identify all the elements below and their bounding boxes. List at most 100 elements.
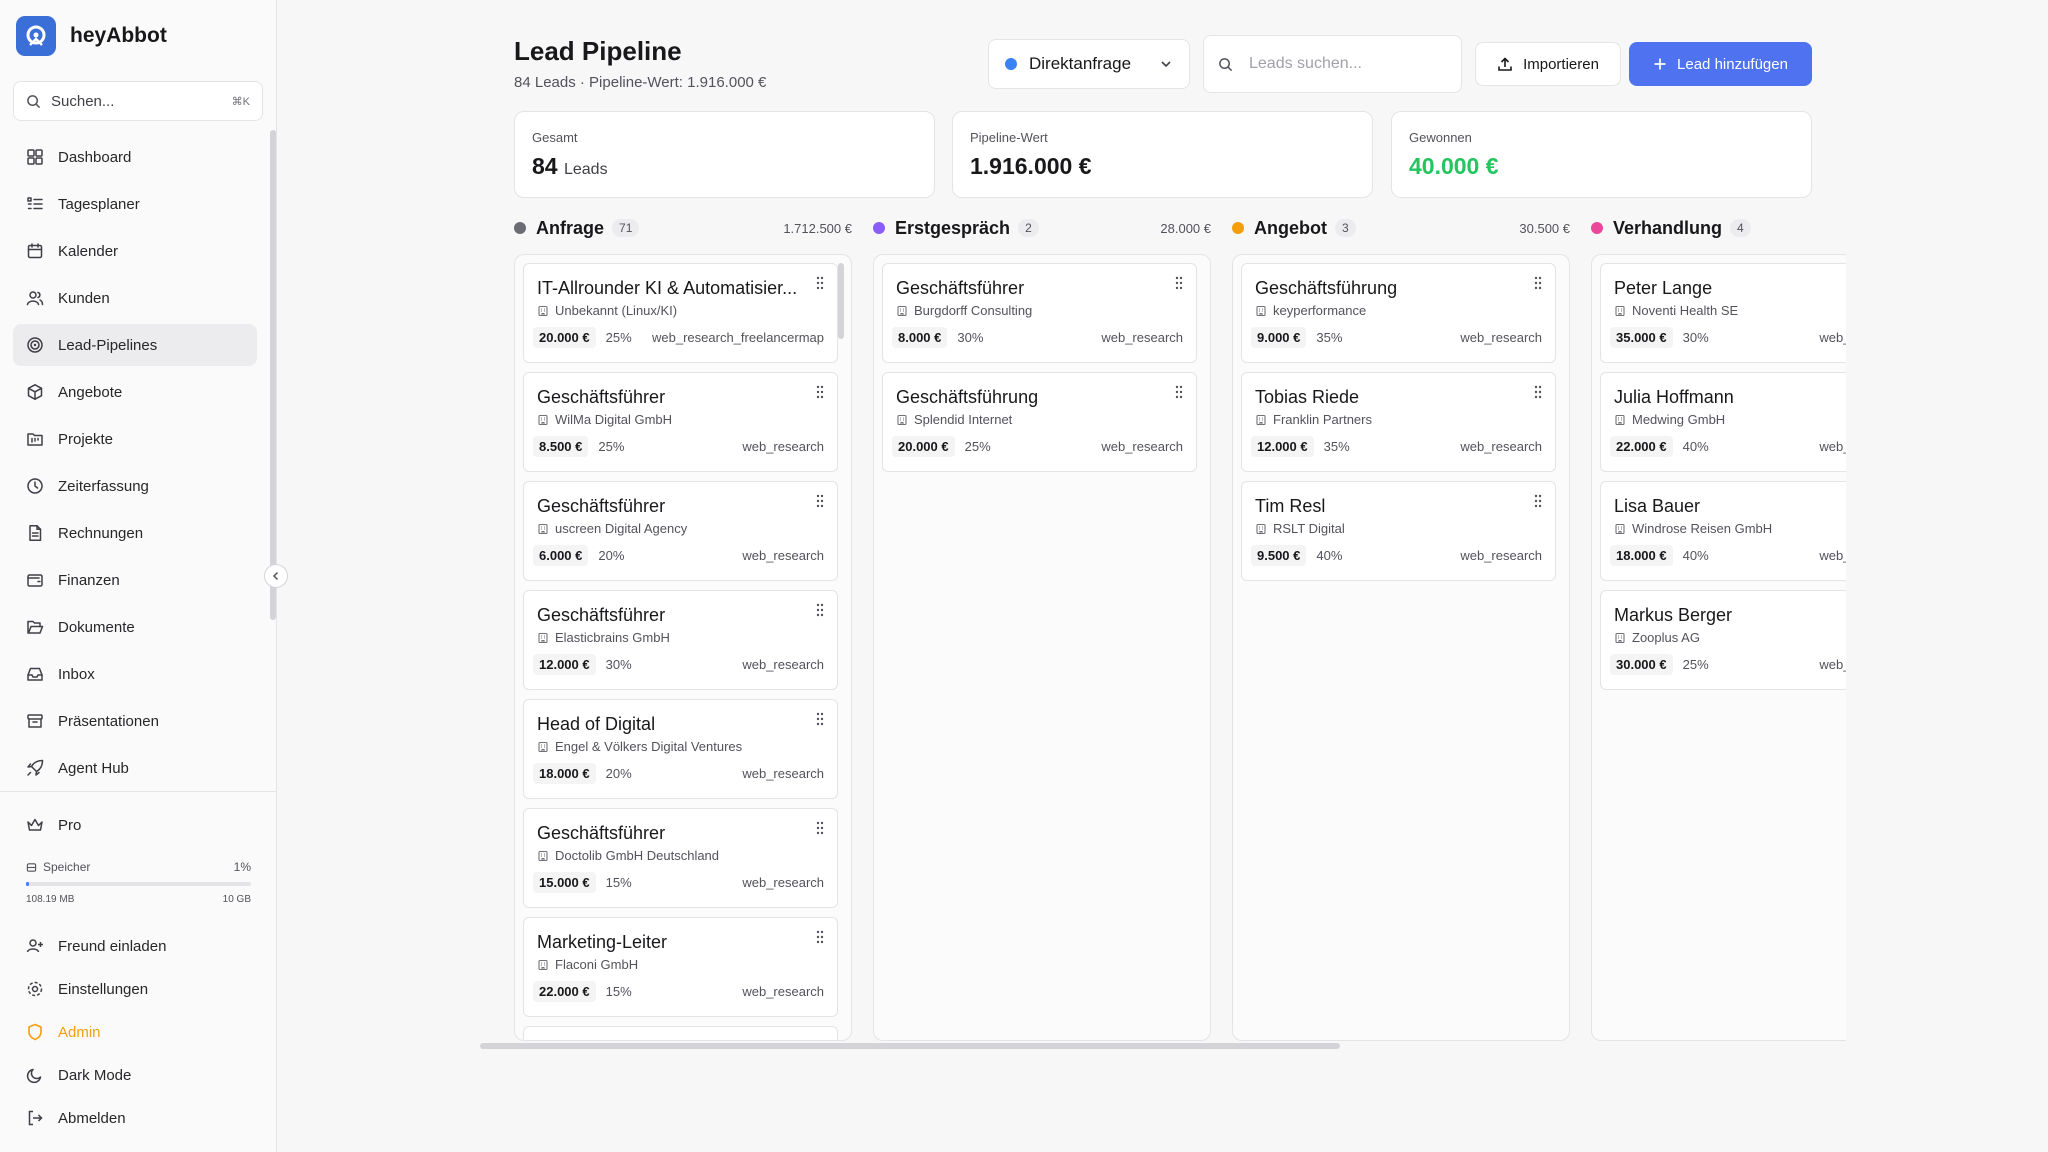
lead-title: Geschäftsführer [537, 823, 666, 843]
drag-handle-icon[interactable] [816, 930, 824, 944]
drag-handle-icon[interactable] [1175, 276, 1183, 290]
collapse-sidebar-button[interactable] [264, 564, 288, 588]
lead-card[interactable]: Head of Digital Engel & Völkers Digital V… [523, 699, 838, 799]
admin-item[interactable]: Admin [26, 1023, 101, 1041]
users-icon [26, 291, 44, 306]
lead-card[interactable]: Geschäftsführer Elasticbrains GmbH 12.000 … [523, 590, 838, 690]
brand[interactable]: heyAbbot [16, 16, 167, 56]
lead-search[interactable] [1203, 35, 1462, 93]
column-anfrage[interactable]: IT-Allrounder KI & Automatisier... Unbeka… [514, 254, 852, 1041]
lead-card[interactable]: Geschäftsführung keyperformance 9.000 € 35%… [1241, 263, 1556, 363]
lead-card[interactable] [523, 1026, 838, 1040]
sidebar-scrollbar[interactable] [270, 130, 276, 620]
lead-card[interactable]: Geschäftsführer WilMa Digital GmbH 8.500 €… [523, 372, 838, 472]
lead-source: web_research [1819, 439, 1846, 454]
lead-title: Geschäftsführung [896, 387, 1039, 407]
drag-handle-icon[interactable] [1534, 385, 1542, 399]
lead-card[interactable]: Geschäftsführung Splendid Internet 20.000 … [882, 372, 1197, 472]
drag-handle-icon[interactable] [816, 276, 824, 290]
drag-handle-icon[interactable] [816, 712, 824, 726]
folder-kanban-icon [27, 433, 43, 446]
storage-percent: 1% [233, 860, 251, 874]
lead-title: Geschäftsführung [1255, 278, 1398, 298]
source-filter-select[interactable]: Direktanfrage [988, 39, 1190, 89]
lead-card[interactable]: Geschäftsführer Burgdorff Consulting 8.000… [882, 263, 1197, 363]
lead-card[interactable]: Geschäftsführer Doctolib GmbH Deutschland… [523, 808, 838, 908]
lead-source: web_research [742, 548, 824, 563]
sidebar-item-inbox[interactable]: Inbox [13, 653, 257, 695]
column-verhandlung[interactable]: Peter Lange Noventi Health SE 35.000 € 30% w… [1591, 254, 1846, 1041]
lead-card[interactable]: Lisa Bauer Windrose Reisen GmbH 18.000 € 40… [1600, 481, 1846, 581]
sidebar-item-projekte[interactable]: Projekte [13, 418, 257, 460]
sidebar-item-lead-pipelines[interactable]: Lead-Pipelines [13, 324, 257, 366]
dark-mode-toggle[interactable]: Dark Mode [26, 1066, 131, 1084]
column-erstgespraech[interactable]: Geschäftsführer Burgdorff Consulting 8.000… [873, 254, 1211, 1041]
lead-probability: 30% [605, 657, 632, 672]
sidebar-item-finanzen[interactable]: Finanzen [13, 559, 257, 601]
lead-card[interactable]: Tim Resl RSLT Digital 9.500 € 40% web_resear… [1241, 481, 1556, 581]
storage-bar [26, 882, 251, 886]
lead-card[interactable]: Tobias Riede Franklin Partners 12.000 € 35%… [1241, 372, 1556, 472]
settings-item[interactable]: Einstellungen [26, 980, 148, 998]
lead-card[interactable]: Geschäftsführer uscreen Digital Agency 6.0… [523, 481, 838, 581]
sidebar-item-dokumente[interactable]: Dokumente [13, 606, 257, 648]
filter-color-dot [1005, 58, 1017, 70]
sidebar-item-angebote[interactable]: Angebote [13, 371, 257, 413]
sidebar-item-label: Lead-Pipelines [58, 336, 158, 354]
building-icon [1615, 523, 1625, 534]
lead-amount: 15.000 € [533, 872, 596, 893]
sidebar-item-zeiterfassung[interactable]: Zeiterfassung [13, 465, 257, 507]
lead-probability: 30% [1682, 330, 1709, 345]
lead-card[interactable]: Marketing-Leiter Flaconi GmbH 22.000 € 15% w… [523, 917, 838, 1017]
lead-search-input[interactable] [1249, 55, 1439, 73]
column-sum: 28.000 € [1160, 220, 1211, 236]
target-icon [27, 337, 43, 353]
sidebar-item-agent-hub[interactable]: Agent Hub [13, 747, 257, 789]
lead-probability: 25% [598, 439, 625, 454]
board-horizontal-scrollbar[interactable] [480, 1043, 1340, 1049]
drag-handle-icon[interactable] [1534, 494, 1542, 508]
lead-amount: 18.000 € [533, 763, 596, 784]
lead-amount: 35.000 € [1610, 327, 1673, 348]
import-button[interactable]: Importieren [1475, 42, 1621, 86]
sidebar-item-tagesplaner[interactable]: Tagesplaner [13, 183, 257, 225]
stat-total: Gesamt 84 Leads [514, 111, 935, 198]
folder-open-icon [27, 620, 44, 634]
storage-total: 10 GB [222, 894, 251, 905]
lead-source: web_research [742, 984, 824, 999]
column-title: Angebot [1254, 217, 1327, 238]
lead-company: Flaconi GmbH [555, 957, 639, 972]
drag-handle-icon[interactable] [816, 494, 824, 508]
lead-source: web_research [1460, 439, 1542, 454]
sidebar-item-praesentationen[interactable]: Präsentationen [13, 700, 257, 742]
lead-card[interactable]: Peter Lange Noventi Health SE 35.000 € 30% w… [1600, 263, 1846, 363]
logout-item[interactable]: Abmelden [26, 1109, 126, 1127]
add-lead-button[interactable]: Lead hinzufügen [1629, 42, 1812, 86]
sidebar-item-dashboard[interactable]: Dashboard [13, 136, 257, 178]
drag-handle-icon[interactable] [816, 385, 824, 399]
lead-probability: 25% [605, 330, 632, 345]
sidebar-item-kunden[interactable]: Kunden [13, 277, 257, 319]
drag-handle-icon[interactable] [816, 821, 824, 835]
invite-friend-item[interactable]: Freund einladen [26, 937, 166, 955]
drag-handle-icon[interactable] [1534, 276, 1542, 290]
sidebar-search[interactable]: Suchen... ⌘K [13, 81, 263, 121]
lead-probability: 30% [957, 330, 984, 345]
sidebar-item-kalender[interactable]: Kalender [13, 230, 257, 272]
drag-handle-icon[interactable] [1175, 385, 1183, 399]
lead-card[interactable]: IT-Allrounder KI & Automatisier... Unbeka… [523, 263, 838, 363]
column-angebot[interactable]: Geschäftsführung keyperformance 9.000 € 35%… [1232, 254, 1570, 1041]
lead-card[interactable]: Markus Berger Zooplus AG 30.000 € 25% web_re… [1600, 590, 1846, 690]
sidebar-item-rechnungen[interactable]: Rechnungen [13, 512, 257, 554]
plan-item[interactable]: Pro [26, 816, 81, 834]
lead-company: uscreen Digital Agency [555, 521, 688, 536]
lead-amount: 8.000 € [892, 327, 948, 348]
column-scrollbar[interactable] [838, 263, 844, 339]
lead-title: Geschäftsführer [896, 278, 1025, 298]
lead-company: Franklin Partners [1273, 412, 1372, 427]
lead-card[interactable]: Julia Hoffmann Medwing GmbH 22.000 € 40% web… [1600, 372, 1846, 472]
lead-source: web_research [1460, 548, 1542, 563]
storage-bar-fill [26, 882, 30, 886]
drag-handle-icon[interactable] [816, 603, 824, 617]
brand-logo-icon [16, 16, 56, 56]
